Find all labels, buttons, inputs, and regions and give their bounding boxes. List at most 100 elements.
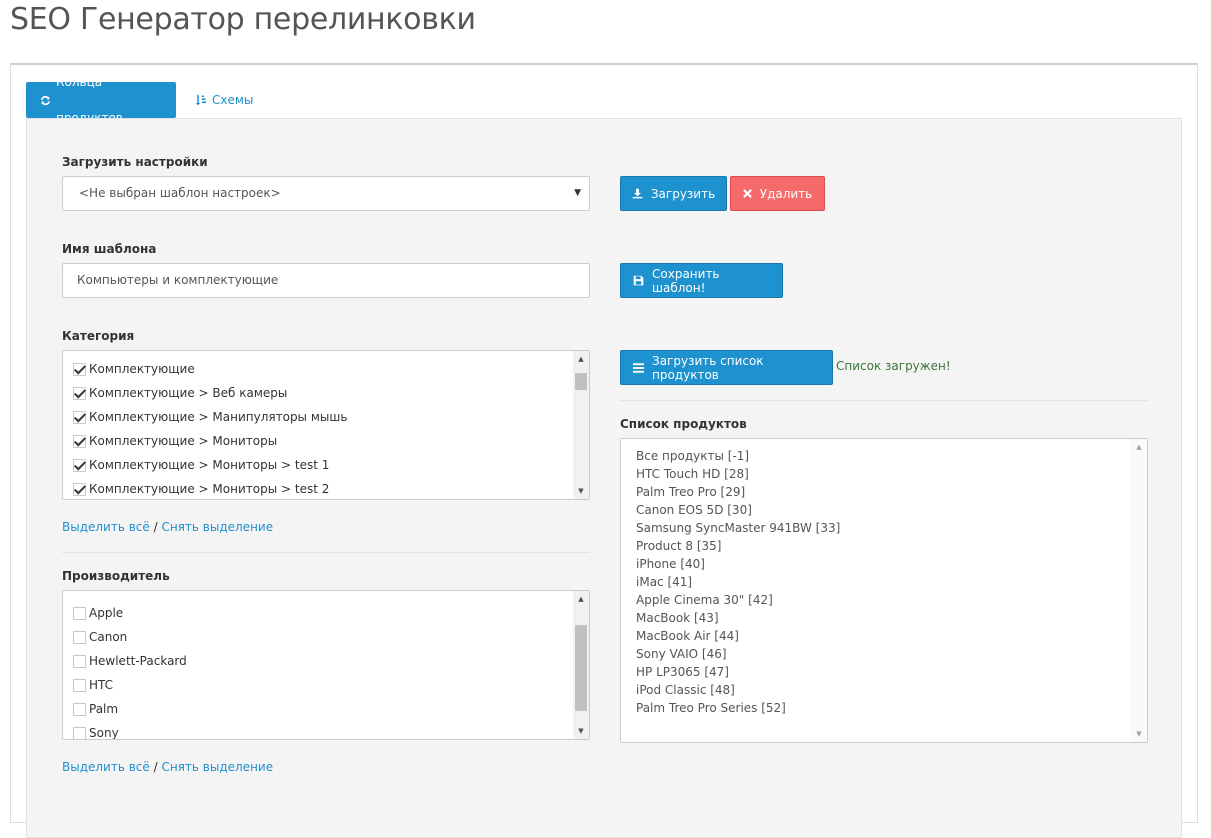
products-listbox[interactable]: Все продукты [-1] HTC Touch HD [28] Palm… — [620, 438, 1148, 743]
manufacturer-label: Производитель — [62, 569, 170, 583]
product-option[interactable]: Sony VAIO [46] — [636, 645, 727, 663]
product-option[interactable]: MacBook [43] — [636, 609, 719, 627]
scroll-down-icon[interactable]: ▼ — [1131, 726, 1147, 742]
manufacturer-selection-links: Выделить всё / Снять выделение — [62, 760, 273, 774]
scrollbar-thumb[interactable] — [575, 373, 587, 390]
category-item[interactable]: Комплектующие > Мониторы — [73, 429, 277, 453]
main-panel: Кольца продуктов Схемы Загрузить настрой… — [10, 63, 1198, 838]
product-option[interactable]: iPod Classic [48] — [636, 681, 735, 699]
manufacturer-item-label: HTC — [89, 678, 114, 692]
sort-numeric-icon — [195, 94, 207, 106]
scroll-up-icon[interactable]: ▲ — [573, 591, 589, 607]
template-name-value: Компьютеры и комплектующие — [77, 273, 279, 287]
tab-content: Загрузить настройки <Не выбран шаблон на… — [26, 118, 1182, 838]
load-settings-label: Загрузить настройки — [62, 155, 208, 169]
product-option[interactable]: HP LP3065 [47] — [636, 663, 729, 681]
manufacturer-listbox[interactable]: Apple Canon Hewlett-Packard HTC Palm Son… — [62, 590, 590, 740]
scroll-down-icon[interactable]: ▼ — [573, 483, 589, 499]
product-option[interactable]: Canon EOS 5D [30] — [636, 501, 752, 519]
product-option[interactable]: Apple Cinema 30" [42] — [636, 591, 773, 609]
product-option[interactable]: Product 8 [35] — [636, 537, 721, 555]
scroll-down-icon[interactable]: ▼ — [573, 723, 589, 739]
download-icon — [632, 188, 643, 199]
checkbox[interactable] — [73, 410, 86, 424]
page-title: SEO Генератор перелинковки — [10, 2, 476, 37]
category-scrollbar[interactable]: ▲ ▼ — [573, 351, 589, 499]
category-item[interactable]: Комплектующие > Мониторы > test 2 — [73, 477, 330, 499]
category-item[interactable]: Комплектующие > Манипуляторы мышь — [73, 405, 347, 429]
delete-settings-button[interactable]: Удалить — [730, 176, 825, 211]
tab-schemes-label: Схемы — [212, 93, 254, 107]
load-products-button[interactable]: Загрузить список продуктов — [620, 350, 833, 385]
category-item-label: Комплектующие > Веб камеры — [89, 386, 288, 400]
save-template-button[interactable]: Сохранить шаблон! — [620, 263, 783, 298]
load-settings-button[interactable]: Загрузить — [620, 176, 727, 211]
category-item[interactable]: Комплектующие — [73, 357, 195, 381]
checkbox[interactable] — [73, 362, 86, 376]
link-separator: / — [149, 520, 162, 534]
category-deselect-link[interactable]: Снять выделение — [161, 520, 273, 534]
refresh-icon — [40, 95, 51, 106]
settings-template-value: <Не выбран шаблон настроек> — [79, 186, 281, 200]
scroll-up-icon[interactable]: ▲ — [1131, 439, 1147, 455]
checkbox[interactable] — [73, 726, 86, 739]
category-item[interactable]: Комплектующие > Мониторы > test 1 — [73, 453, 329, 477]
manufacturer-item-label: Canon — [89, 630, 128, 644]
products-scrollbar[interactable]: ▲ ▼ — [1131, 439, 1147, 742]
checkbox[interactable] — [73, 654, 86, 668]
checkbox[interactable] — [73, 702, 86, 716]
manufacturer-select-all-link[interactable]: Выделить всё — [62, 760, 150, 774]
settings-template-select[interactable]: <Не выбран шаблон настроек> ▼ — [62, 176, 590, 211]
template-name-input[interactable]: Компьютеры и комплектующие — [62, 263, 590, 298]
manufacturer-item-label: Hewlett-Packard — [89, 654, 187, 668]
checkbox[interactable] — [73, 458, 86, 472]
save-template-button-label: Сохранить шаблон! — [652, 266, 720, 295]
category-select-all-link[interactable]: Выделить всё — [62, 520, 150, 534]
manufacturer-item[interactable]: HTC — [73, 673, 113, 697]
product-option[interactable]: MacBook Air [44] — [636, 627, 739, 645]
product-option[interactable]: HTC Touch HD [28] — [636, 465, 749, 483]
checkbox[interactable] — [73, 386, 86, 400]
product-option[interactable]: iPhone [40] — [636, 555, 705, 573]
list-icon — [633, 362, 644, 373]
checkbox[interactable] — [73, 630, 86, 644]
load-products-button-label: Загрузить список продуктов — [652, 353, 764, 382]
delete-settings-button-label: Удалить — [759, 186, 813, 201]
divider — [62, 552, 590, 553]
manufacturer-scrollbar[interactable]: ▲ ▼ — [573, 591, 589, 739]
manufacturer-item[interactable]: Apple — [73, 601, 123, 625]
chevron-down-icon: ▼ — [574, 188, 581, 198]
products-list-label: Список продуктов — [620, 417, 747, 431]
checkbox[interactable] — [73, 482, 86, 496]
manufacturer-item[interactable]: Hewlett-Packard — [73, 649, 187, 673]
category-item-label: Комплектующие > Мониторы > test 1 — [89, 458, 330, 472]
tab-schemes[interactable]: Схемы — [181, 82, 267, 118]
scrollbar-thumb[interactable] — [575, 625, 587, 711]
tab-product-rings[interactable]: Кольца продуктов — [26, 75, 176, 125]
product-option[interactable]: Samsung SyncMaster 941BW [33] — [636, 519, 840, 537]
manufacturer-item-label: Palm — [89, 702, 119, 716]
checkbox[interactable] — [73, 434, 86, 448]
manufacturer-item[interactable]: Palm — [73, 697, 118, 721]
product-option[interactable]: iMac [41] — [636, 573, 692, 591]
category-item-label: Комплектующие > Мониторы — [89, 434, 278, 448]
category-item[interactable]: Комплектующие > Веб камеры — [73, 381, 287, 405]
manufacturer-deselect-link[interactable]: Снять выделение — [161, 760, 273, 774]
checkbox[interactable] — [73, 678, 86, 692]
product-option[interactable]: Palm Treo Pro [29] — [636, 483, 745, 501]
manufacturer-item[interactable]: Sony — [73, 721, 119, 740]
category-selection-links: Выделить всё / Снять выделение — [62, 520, 273, 534]
product-option[interactable]: Palm Treo Pro Series [52] — [636, 699, 786, 717]
close-icon — [742, 189, 752, 198]
category-listbox[interactable]: Комплектующие Комплектующие > Веб камеры… — [62, 350, 590, 500]
product-option[interactable]: Все продукты [-1] — [636, 447, 749, 465]
checkbox[interactable] — [73, 606, 86, 620]
manufacturer-item-label: Apple — [89, 606, 124, 620]
divider — [620, 400, 1148, 401]
category-item-label: Комплектующие — [89, 362, 195, 376]
scroll-up-icon[interactable]: ▲ — [573, 351, 589, 367]
category-item-label: Комплектующие > Мониторы > test 2 — [89, 482, 330, 496]
manufacturer-item-label: Sony — [89, 726, 119, 740]
link-separator: / — [149, 760, 162, 774]
manufacturer-item[interactable]: Canon — [73, 625, 127, 649]
